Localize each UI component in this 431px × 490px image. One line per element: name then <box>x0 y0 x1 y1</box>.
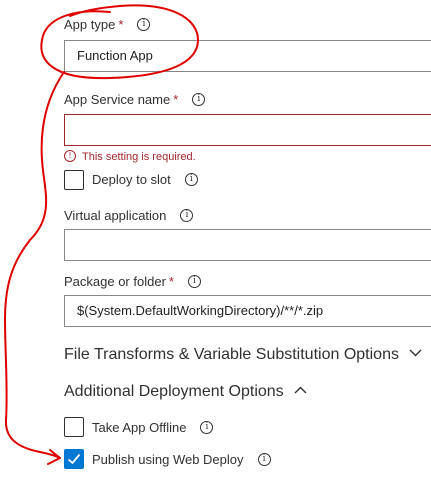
file-transforms-label: File Transforms & Variable Substitution … <box>64 346 399 364</box>
error-icon: ! <box>64 150 76 163</box>
app-type-dropdown[interactable]: Function App <box>64 40 431 72</box>
package-or-folder-value: $(System.DefaultWorkingDirectory)/**/*.z… <box>77 303 324 318</box>
publish-web-deploy-label-text: Publish using Web Deploy <box>92 452 244 467</box>
publish-web-deploy-checkbox[interactable] <box>64 449 84 469</box>
info-icon[interactable]: i <box>187 275 201 289</box>
package-or-folder-input[interactable]: $(System.DefaultWorkingDirectory)/**/*.z… <box>64 295 431 327</box>
error-text: This setting is required. <box>82 151 196 163</box>
info-icon[interactable]: i <box>184 173 198 187</box>
info-icon[interactable]: i <box>257 453 271 467</box>
deploy-to-slot-checkbox[interactable] <box>64 170 84 190</box>
additional-deployment-label: Additional Deployment Options <box>64 383 284 401</box>
chevron-down-icon <box>409 342 422 364</box>
annotation-arrowhead <box>47 449 61 465</box>
publish-web-deploy-label: Publish using Web Deploy i <box>92 451 271 469</box>
chevron-up-icon <box>294 379 307 401</box>
app-service-name-label: App Service name * i <box>64 91 206 109</box>
app-type-label-text: App type <box>64 17 116 32</box>
required-mark: * <box>168 274 174 289</box>
app-service-name-label-text: App Service name <box>64 92 171 107</box>
package-or-folder-label: Package or folder * i <box>64 273 201 291</box>
app-service-name-error: ! This setting is required. <box>64 150 196 164</box>
package-or-folder-label-text: Package or folder <box>64 274 166 289</box>
deploy-to-slot-label: Deploy to slot i <box>92 171 198 189</box>
required-mark: * <box>173 92 179 107</box>
additional-deployment-section-header[interactable]: Additional Deployment Options <box>64 381 307 403</box>
info-icon[interactable]: i <box>192 93 206 107</box>
annotation-line <box>3 71 65 459</box>
virtual-application-input[interactable] <box>64 229 431 261</box>
required-mark: * <box>118 17 124 32</box>
take-app-offline-label-text: Take App Offline <box>92 420 187 435</box>
checkmark-icon <box>67 453 81 465</box>
virtual-application-label: Virtual application i <box>64 207 194 225</box>
deploy-to-slot-label-text: Deploy to slot <box>92 172 171 187</box>
take-app-offline-label: Take App Offline i <box>92 419 214 437</box>
app-type-value: Function App <box>77 48 153 63</box>
app-service-name-input[interactable] <box>64 114 431 146</box>
take-app-offline-checkbox[interactable] <box>64 417 84 437</box>
info-icon[interactable]: i <box>137 18 151 32</box>
virtual-application-label-text: Virtual application <box>64 208 167 223</box>
info-icon[interactable]: i <box>180 209 194 223</box>
info-icon[interactable]: i <box>200 421 214 435</box>
app-type-label: App type * i <box>64 16 151 34</box>
file-transforms-section-header[interactable]: File Transforms & Variable Substitution … <box>64 344 422 366</box>
